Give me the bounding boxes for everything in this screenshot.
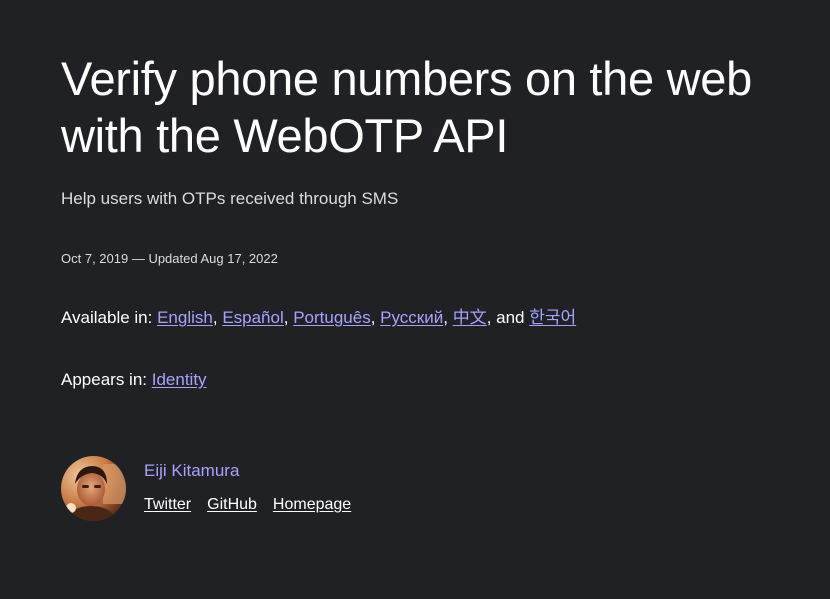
collection-link-identity[interactable]: Identity bbox=[152, 370, 207, 389]
author-social-links: Twitter GitHub Homepage bbox=[144, 495, 351, 515]
page-subtitle: Help users with OTPs received through SM… bbox=[61, 189, 399, 208]
author-info: Eiji Kitamura Twitter GitHub Homepage bbox=[144, 456, 351, 515]
author-photo bbox=[61, 456, 126, 521]
author-name-link[interactable]: Eiji Kitamura bbox=[144, 460, 351, 482]
dateline: Oct 7, 2019 — Updated Aug 17, 2022 bbox=[61, 250, 278, 268]
available-label: Available in: bbox=[61, 308, 158, 327]
language-separator-and: , and bbox=[486, 308, 530, 327]
author-twitter-link[interactable]: Twitter bbox=[144, 495, 191, 515]
published-date: Oct 7, 2019 bbox=[61, 251, 129, 266]
language-link-russian[interactable]: Русский bbox=[380, 308, 443, 327]
language-separator: , bbox=[370, 308, 381, 327]
language-link-korean[interactable]: 한국어 bbox=[529, 308, 576, 327]
language-separator: , bbox=[443, 308, 453, 327]
available-languages: Available in: English, Español, Portuguê… bbox=[61, 306, 576, 330]
author-homepage-link[interactable]: Homepage bbox=[273, 495, 351, 515]
appears-in: Appears in: Identity bbox=[61, 368, 207, 392]
language-separator: , bbox=[283, 308, 294, 327]
language-link-spanish[interactable]: Español bbox=[222, 308, 283, 327]
page-title: Verify phone numbers on the web with the… bbox=[61, 52, 752, 162]
author-github-link[interactable]: GitHub bbox=[207, 495, 257, 515]
avatar[interactable] bbox=[61, 456, 126, 521]
updated-date: Aug 17, 2022 bbox=[200, 251, 278, 266]
date-separator: — Updated bbox=[128, 251, 201, 266]
language-separator: , bbox=[212, 308, 223, 327]
author-card: Eiji Kitamura Twitter GitHub Homepage bbox=[61, 456, 351, 521]
language-link-portuguese[interactable]: Português bbox=[293, 308, 371, 327]
appears-label: Appears in: bbox=[61, 370, 152, 389]
language-link-english[interactable]: English bbox=[157, 308, 213, 327]
language-link-chinese[interactable]: 中文 bbox=[453, 308, 487, 327]
article-header: Verify phone numbers on the web with the… bbox=[0, 0, 830, 599]
